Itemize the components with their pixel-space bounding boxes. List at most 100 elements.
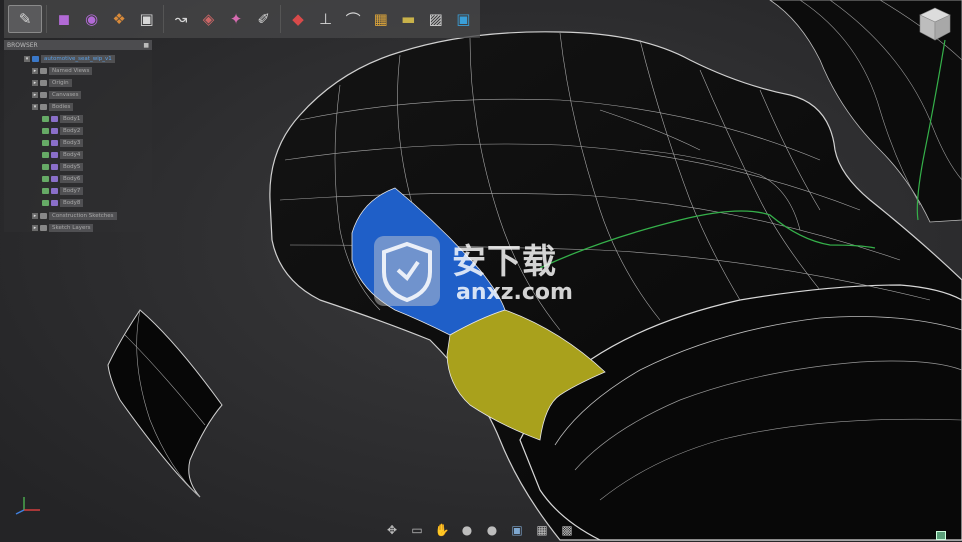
tree-item[interactable]: Body6 [42, 174, 84, 183]
primitive-button[interactable]: ❖ [106, 3, 132, 35]
tree-item[interactable]: Body8 [42, 198, 84, 207]
visibility-icon[interactable] [42, 187, 49, 194]
pan-button[interactable]: ✋ [434, 522, 450, 538]
pan-icon: ✋ [434, 523, 450, 537]
viewports-button[interactable]: ▩ [559, 522, 575, 538]
browser-close-icon[interactable]: ■ [143, 42, 149, 49]
expand-icon[interactable]: ▸ [32, 67, 38, 74]
body-icon [51, 175, 58, 182]
viewports-icon: ▩ [561, 523, 573, 537]
visibility-icon[interactable] [42, 127, 49, 134]
browser-panel: BROWSER ■ ▾ automotive_seat_wip_v1 ▸ Nam… [4, 40, 152, 232]
look-at-icon: ▭ [411, 523, 423, 537]
tree-item[interactable]: Body7 [42, 186, 84, 195]
pattern-icon: ▦ [373, 10, 388, 28]
expand-icon[interactable]: ▸ [32, 91, 38, 98]
cube-icon: ◼ [57, 10, 71, 28]
component-icon [32, 55, 39, 62]
primitive-icon: ❖ [112, 10, 126, 28]
line-icon: ⌒ [345, 10, 361, 29]
tree-item[interactable]: Body1 [42, 114, 84, 123]
tree-item[interactable]: ▸ Construction Sketches [32, 211, 117, 220]
curve-button[interactable]: ↝ [168, 3, 194, 35]
display-icon: ▣ [511, 523, 523, 537]
folder-icon [40, 67, 47, 74]
viewcube[interactable] [917, 6, 953, 42]
zoom-icon: ● [461, 523, 473, 537]
grid-icon: ▦ [536, 523, 548, 537]
sketch-button[interactable]: ✎ [8, 5, 43, 33]
toolbar-divider [163, 5, 165, 33]
tree-item[interactable]: ▸ Named Views [32, 66, 93, 75]
tree-root-label: automotive_seat_wip_v1 [41, 54, 115, 63]
measure-button[interactable]: ⊥ [313, 3, 339, 35]
browser-header[interactable]: BROWSER ■ [4, 40, 152, 50]
tree-root[interactable]: ▾ automotive_seat_wip_v1 [24, 54, 115, 63]
tree-item[interactable]: ▸ Sketch Layers [32, 223, 94, 232]
trim-button[interactable]: ◆ [285, 3, 311, 35]
surface-button[interactable]: ◈ [196, 3, 222, 35]
sphere-icon: ◉ [84, 10, 99, 28]
visibility-icon[interactable] [42, 151, 49, 158]
expand-icon[interactable]: ▸ [32, 224, 38, 231]
body-icon [51, 151, 58, 158]
box-button[interactable]: ▣ [134, 3, 160, 35]
edit-icon: ✐ [257, 10, 270, 28]
shield-icon [374, 236, 440, 306]
display-button[interactable]: ▣ [509, 522, 525, 538]
fit-button[interactable]: ● [484, 522, 500, 538]
zoom-button[interactable]: ● [459, 522, 475, 538]
screen-icon: ▣ [456, 10, 471, 28]
tree-item[interactable]: Body3 [42, 138, 84, 147]
grid-button[interactable]: ▦ [534, 522, 550, 538]
visibility-icon[interactable] [42, 139, 49, 146]
tree-item[interactable]: ▾ Bodies [32, 102, 74, 111]
visibility-icon[interactable] [42, 175, 49, 182]
edit-button[interactable]: ✐ [251, 3, 277, 35]
body-icon [51, 127, 58, 134]
look-at-button[interactable]: ▭ [409, 522, 425, 538]
collapse-icon[interactable]: ▾ [32, 103, 38, 110]
visibility-icon[interactable] [42, 199, 49, 206]
visibility-icon[interactable] [42, 115, 49, 122]
fillet-button[interactable]: ✦ [223, 3, 249, 35]
expand-icon[interactable]: ▸ [32, 79, 38, 86]
measure-icon: ⊥ [319, 10, 333, 28]
screen-button[interactable]: ▣ [451, 3, 477, 35]
body-icon [51, 163, 58, 170]
body-icon [51, 139, 58, 146]
box-icon: ▣ [139, 10, 154, 28]
cube-button[interactable]: ◼ [51, 3, 77, 35]
toolbar-divider [280, 5, 282, 33]
curve-icon: ↝ [174, 10, 188, 28]
sketch-icon: ✎ [18, 10, 32, 28]
collapse-icon[interactable]: ▾ [24, 55, 30, 62]
body-icon [51, 199, 58, 206]
tree-item[interactable]: ▸ Origin [32, 78, 72, 87]
body-icon [51, 115, 58, 122]
tree-item[interactable]: Body2 [42, 126, 84, 135]
pattern-button[interactable]: ▦ [368, 3, 394, 35]
line-button[interactable]: ⌒ [340, 3, 366, 35]
toolbar-divider [46, 5, 48, 33]
bar-button[interactable]: ▬ [395, 3, 421, 35]
visibility-icon[interactable] [42, 163, 49, 170]
tree-item[interactable]: Body4 [42, 150, 84, 159]
sphere-button[interactable]: ◉ [79, 3, 105, 35]
trim-icon: ◆ [292, 10, 304, 28]
watermark-text-cn: 安下载 [452, 242, 557, 282]
navigation-bar: ✥ ▭ ✋ ● ● ▣ ▦ ▩ [384, 520, 575, 540]
tree-item[interactable]: Body5 [42, 162, 84, 171]
browser-title: BROWSER [7, 41, 38, 49]
surface-icon: ◈ [202, 10, 215, 28]
expand-icon[interactable]: ▸ [32, 212, 38, 219]
folder-icon [40, 79, 47, 86]
orbit-button[interactable]: ✥ [384, 522, 400, 538]
tree-item[interactable]: ▸ Canvases [32, 90, 82, 99]
status-icon[interactable] [936, 531, 946, 540]
folder-icon [40, 212, 47, 219]
toolbar: ✎ ◼ ◉ ❖ ▣ ↝ ◈ ✦ ✐ ◆ ⊥ ⌒ ▦ ▬ ▨ ▣ [4, 0, 480, 38]
folder-icon [40, 103, 47, 110]
image-button[interactable]: ▨ [423, 3, 449, 35]
watermark-text-en: anxz.com [456, 280, 573, 305]
